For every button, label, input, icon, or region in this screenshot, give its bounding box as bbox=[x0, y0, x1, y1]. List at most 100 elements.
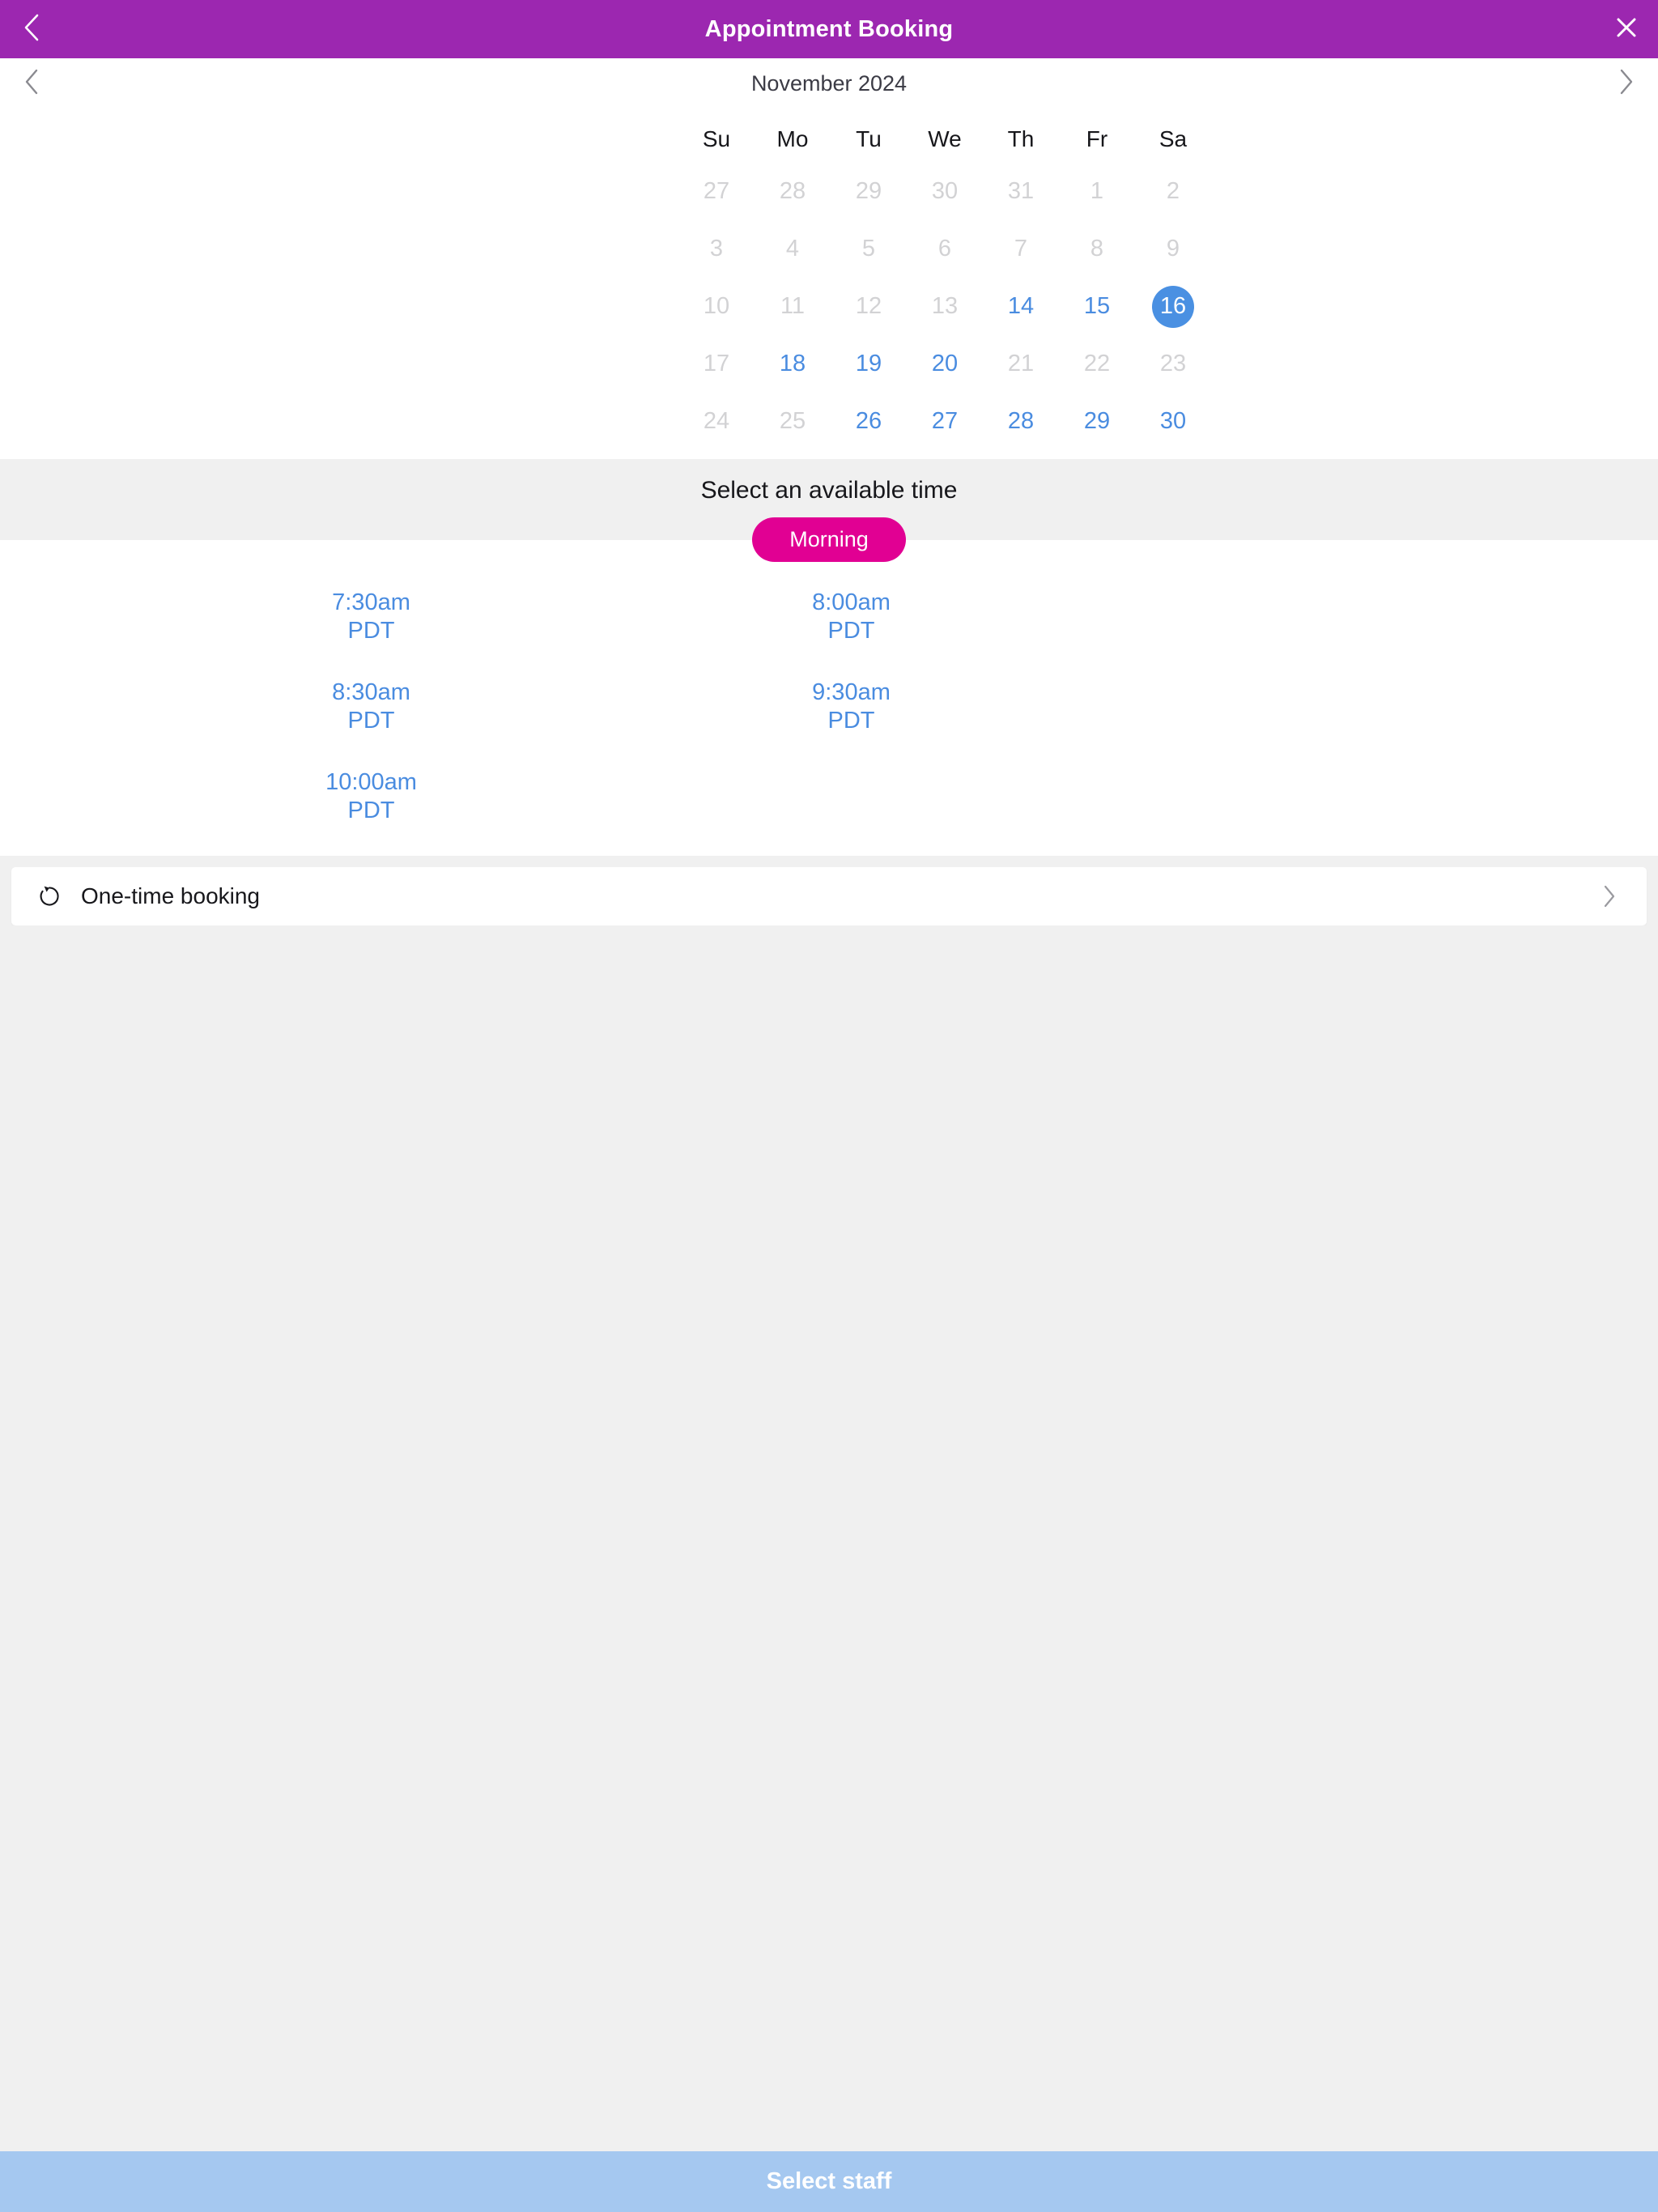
month-label: November 2024 bbox=[750, 70, 908, 96]
weekday-header-row: Su Mo Tu We Th Fr Sa bbox=[232, 117, 1658, 162]
select-staff-label: Select staff bbox=[766, 2168, 892, 2194]
period-filter-morning[interactable]: Morning bbox=[752, 517, 906, 563]
page-title: Appointment Booking bbox=[704, 15, 954, 42]
calendar-week-row: 27 28 29 30 31 1 2 bbox=[232, 164, 1658, 219]
calendar-day-label: 27 bbox=[931, 408, 959, 434]
time-section-title: Select an available time bbox=[700, 477, 958, 504]
calendar-day-label: 30 bbox=[1159, 408, 1187, 434]
calendar-day-label: 4 bbox=[785, 236, 800, 262]
calendar-day-27: 27 bbox=[678, 164, 755, 219]
close-button[interactable] bbox=[1595, 0, 1658, 58]
calendar-day-29[interactable]: 29 bbox=[1059, 393, 1135, 449]
calendar-day-15[interactable]: 15 bbox=[1059, 279, 1135, 334]
calendar-day-label: 17 bbox=[703, 351, 730, 376]
calendar-day-27[interactable]: 27 bbox=[907, 393, 983, 449]
previous-month-button[interactable] bbox=[0, 58, 63, 108]
calendar-day-19[interactable]: 19 bbox=[831, 336, 907, 392]
calendar-day-18[interactable]: 18 bbox=[755, 336, 831, 392]
calendar-day-label: 22 bbox=[1083, 351, 1111, 376]
weekday-label: Th bbox=[1007, 126, 1035, 151]
calendar-day-label: 7 bbox=[1014, 236, 1028, 262]
calendar-day-11: 11 bbox=[755, 279, 831, 334]
calendar-day-label: 30 bbox=[931, 178, 959, 204]
calendar-day-26[interactable]: 26 bbox=[831, 393, 907, 449]
time-slot-1000am[interactable]: 10:00am PDT bbox=[131, 768, 611, 826]
calendar-day-label: 26 bbox=[855, 408, 882, 434]
back-button[interactable] bbox=[0, 0, 63, 58]
calendar-day-4: 4 bbox=[755, 221, 831, 277]
calendar-day-label: 14 bbox=[1007, 293, 1035, 319]
calendar: November 2024 Su Mo Tu We Th Fr Sa 27 28 2… bbox=[0, 58, 1658, 459]
chevron-right-icon bbox=[1619, 69, 1634, 99]
calendar-day-30[interactable]: 30 bbox=[1135, 393, 1211, 449]
calendar-day-7: 7 bbox=[983, 221, 1059, 277]
time-slot-timezone: PDT bbox=[827, 708, 875, 734]
time-slot-time: 7:30am bbox=[332, 589, 410, 615]
calendar-day-23: 23 bbox=[1135, 336, 1211, 392]
calendar-day-9: 9 bbox=[1135, 221, 1211, 277]
calendar-day-label: 8 bbox=[1090, 236, 1104, 262]
close-icon bbox=[1614, 15, 1639, 44]
calendar-week-row: 24 25 26 27 28 29 30 bbox=[232, 393, 1658, 449]
time-slot-800am[interactable]: 8:00am PDT bbox=[611, 589, 1091, 646]
time-slot-time: 8:30am bbox=[332, 678, 410, 705]
calendar-day-14[interactable]: 14 bbox=[983, 279, 1059, 334]
time-slot-730am[interactable]: 7:30am PDT bbox=[131, 589, 611, 646]
time-slots-grid: 7:30am PDT 8:00am PDT 8:30am PDT 9:30am PDT 10:0… bbox=[131, 589, 1091, 825]
calendar-day-label: 1 bbox=[1090, 178, 1104, 204]
repeat-icon bbox=[36, 883, 63, 910]
weekday-label: Sa bbox=[1158, 126, 1188, 151]
select-staff-button[interactable]: Select staff bbox=[0, 2151, 1658, 2212]
calendar-day-5: 5 bbox=[831, 221, 907, 277]
calendar-day-label: 23 bbox=[1159, 351, 1187, 376]
calendar-day-label: 5 bbox=[861, 236, 876, 262]
calendar-day-2: 2 bbox=[1135, 164, 1211, 219]
calendar-day-30: 30 bbox=[907, 164, 983, 219]
time-slot-time: 10:00am bbox=[325, 768, 417, 795]
calendar-day-28: 28 bbox=[755, 164, 831, 219]
calendar-week-row: 17 18 19 20 21 22 23 bbox=[232, 336, 1658, 392]
calendar-day-31: 31 bbox=[983, 164, 1059, 219]
time-slot-timezone: PDT bbox=[347, 708, 395, 734]
calendar-day-22: 22 bbox=[1059, 336, 1135, 392]
booking-frequency-row[interactable]: One-time booking bbox=[11, 867, 1647, 926]
calendar-day-16[interactable]: 16 bbox=[1135, 279, 1211, 334]
calendar-day-label: 2 bbox=[1166, 178, 1180, 204]
calendar-grid: 27 28 29 30 31 1 2 3 4 5 6 7 8 9 10 11 12 13 14 15 16 17 18 19 2… bbox=[0, 164, 1658, 449]
calendar-day-label: 24 bbox=[703, 408, 730, 434]
calendar-day-1: 1 bbox=[1059, 164, 1135, 219]
calendar-day-8: 8 bbox=[1059, 221, 1135, 277]
calendar-day-21: 21 bbox=[983, 336, 1059, 392]
calendar-day-label: 11 bbox=[780, 293, 806, 319]
calendar-day-17: 17 bbox=[678, 336, 755, 392]
calendar-day-13: 13 bbox=[907, 279, 983, 334]
booking-frequency-label: One-time booking bbox=[81, 883, 261, 909]
calendar-day-label: 25 bbox=[779, 408, 806, 434]
calendar-day-label: 12 bbox=[855, 293, 882, 319]
calendar-day-label: 28 bbox=[779, 178, 806, 204]
calendar-day-label: 18 bbox=[779, 351, 806, 376]
calendar-day-6: 6 bbox=[907, 221, 983, 277]
content-spacer bbox=[0, 925, 1658, 2151]
calendar-day-20[interactable]: 20 bbox=[907, 336, 983, 392]
calendar-day-10: 10 bbox=[678, 279, 755, 334]
time-slot-930am[interactable]: 9:30am PDT bbox=[611, 678, 1091, 736]
weekday-label: Tu bbox=[856, 126, 882, 151]
period-filter-row: Morning bbox=[0, 517, 1658, 563]
calendar-week-row: 3 4 5 6 7 8 9 bbox=[232, 221, 1658, 277]
time-section-header: Select an available time Morning bbox=[0, 459, 1658, 563]
chevron-left-icon bbox=[23, 14, 40, 45]
time-slot-timezone: PDT bbox=[347, 618, 395, 644]
calendar-day-24: 24 bbox=[678, 393, 755, 449]
appointment-booking-screen: Appointment Booking November 2024 Su Mo … bbox=[0, 0, 1658, 2212]
chevron-right-icon[interactable] bbox=[1593, 880, 1626, 912]
time-slot-830am[interactable]: 8:30am PDT bbox=[131, 678, 611, 736]
calendar-day-29: 29 bbox=[831, 164, 907, 219]
title-bar: Appointment Booking bbox=[0, 0, 1658, 58]
calendar-day-label: 28 bbox=[1007, 408, 1035, 434]
calendar-day-label: 19 bbox=[855, 351, 882, 376]
time-slot-time: 8:00am bbox=[812, 589, 891, 615]
next-month-button[interactable] bbox=[1595, 58, 1658, 108]
chevron-left-icon bbox=[24, 69, 39, 99]
calendar-day-28[interactable]: 28 bbox=[983, 393, 1059, 449]
